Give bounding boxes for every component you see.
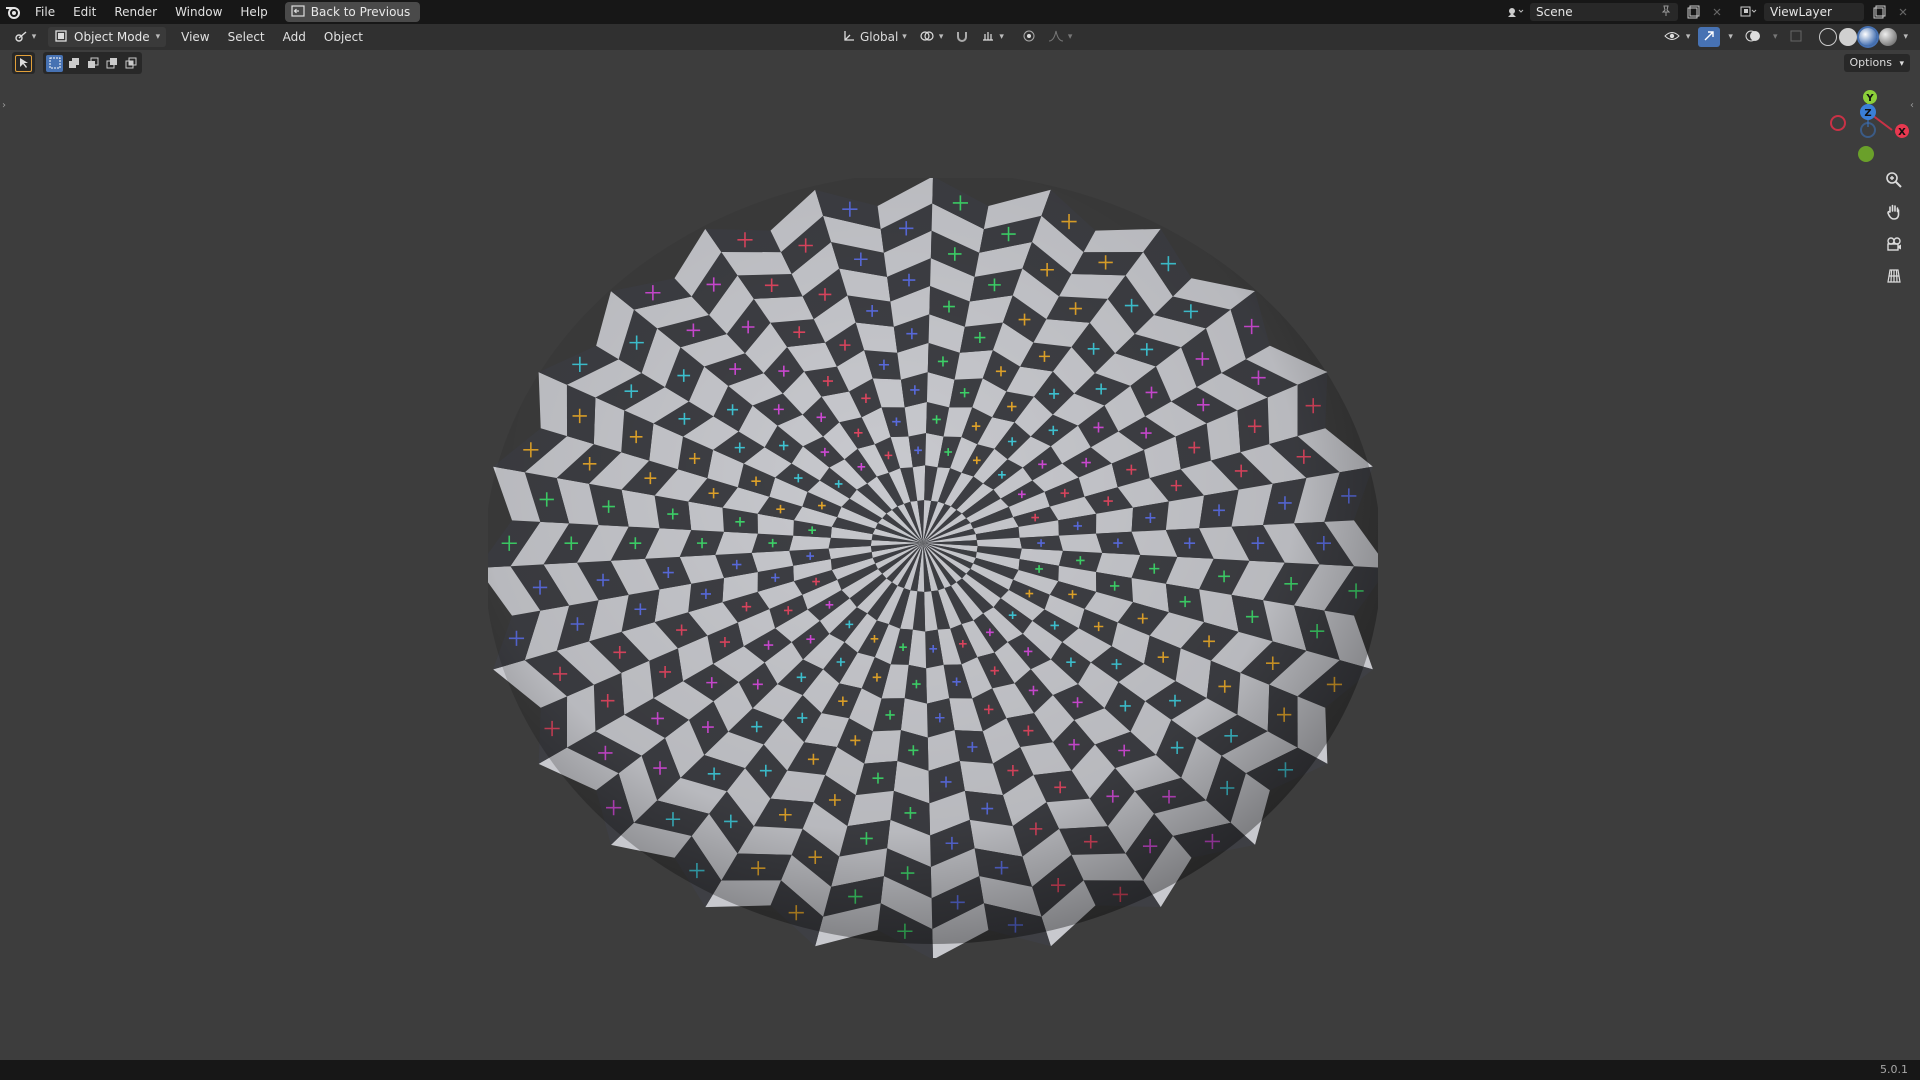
xray-icon bbox=[1789, 29, 1803, 46]
top-bar: File Edit Render Window Help Back to Pre… bbox=[0, 0, 1920, 24]
menu-file[interactable]: File bbox=[26, 0, 64, 24]
mode-label: Object Mode bbox=[74, 30, 150, 44]
chevron-down-icon: ▾ bbox=[155, 32, 161, 42]
pin-icon[interactable] bbox=[1660, 5, 1672, 20]
mode-dropdown[interactable]: Object Mode ▾ bbox=[48, 27, 167, 47]
uv-checker-sphere[interactable] bbox=[477, 172, 1389, 960]
proportional-editing-toggle[interactable] bbox=[1018, 27, 1040, 47]
object-visibility-dropdown[interactable]: ▾ bbox=[1660, 27, 1695, 47]
transform-orientation-dropdown[interactable]: Global ▾ bbox=[838, 27, 911, 47]
orientation-icon bbox=[842, 29, 856, 46]
back-to-previous-button[interactable]: Back to Previous bbox=[284, 2, 421, 22]
select-intersect-icon[interactable] bbox=[122, 55, 139, 72]
chevron-down-icon: ▾ bbox=[999, 32, 1004, 42]
falloff-curve-icon bbox=[1048, 29, 1064, 46]
viewport-header: ▾ Object Mode ▾ View Select Add Object G… bbox=[0, 24, 1920, 50]
view-layer-icon[interactable] bbox=[1740, 3, 1758, 21]
overlays-icon bbox=[1745, 29, 1761, 46]
snap-increment-icon bbox=[981, 29, 995, 46]
header-menu-view[interactable]: View bbox=[172, 24, 218, 50]
select-difference-icon[interactable] bbox=[103, 55, 120, 72]
chevron-down-icon: ▾ bbox=[1067, 32, 1073, 42]
chevron-down-icon: ▾ bbox=[31, 32, 37, 42]
proportional-editing-icon bbox=[1022, 29, 1036, 46]
viewport-editor-icon bbox=[14, 29, 30, 46]
gizmo-toggle[interactable] bbox=[1698, 27, 1721, 47]
scene-type-icon[interactable] bbox=[1506, 3, 1524, 21]
wireframe-shading-icon[interactable] bbox=[1819, 28, 1838, 46]
delete-view-layer-icon[interactable] bbox=[1894, 3, 1912, 21]
delete-scene-icon[interactable] bbox=[1708, 3, 1726, 21]
rendered-shading-icon[interactable] bbox=[1879, 28, 1898, 46]
menu-window[interactable]: Window bbox=[166, 0, 231, 24]
orthographic-grid-icon[interactable] bbox=[1880, 264, 1908, 288]
selection-mode-group bbox=[43, 52, 142, 74]
header-menu-object[interactable]: Object bbox=[315, 24, 372, 50]
hand-pan-icon[interactable] bbox=[1880, 200, 1908, 224]
toolbar-expand-icon[interactable]: › bbox=[2, 100, 10, 114]
scene-selector[interactable]: Scene bbox=[1530, 3, 1678, 21]
cursor-select-icon[interactable] bbox=[15, 54, 32, 72]
pivot-point-dropdown[interactable]: ▾ bbox=[915, 27, 948, 47]
object-mode-icon bbox=[54, 29, 68, 46]
chevron-down-icon: ▾ bbox=[902, 32, 907, 42]
gizmo-dropdown[interactable]: ▾ bbox=[1724, 27, 1737, 47]
back-icon bbox=[291, 4, 305, 20]
gizmo-z-label: Z bbox=[1864, 108, 1871, 119]
view-layer-selector[interactable]: ViewLayer bbox=[1764, 3, 1864, 21]
menu-render[interactable]: Render bbox=[105, 0, 166, 24]
select-new-icon[interactable] bbox=[46, 54, 63, 72]
chevron-down-icon[interactable]: ▾ bbox=[1903, 32, 1908, 42]
menu-edit[interactable]: Edit bbox=[64, 0, 105, 24]
blender-logo-icon[interactable] bbox=[0, 0, 26, 24]
header-menu-add[interactable]: Add bbox=[274, 24, 315, 50]
gizmo-icon bbox=[1702, 29, 1716, 46]
chevron-down-icon: ▾ bbox=[1899, 59, 1904, 69]
new-view-layer-icon[interactable] bbox=[1870, 3, 1888, 21]
sphere-shading bbox=[484, 172, 1382, 944]
back-to-previous-label: Back to Previous bbox=[310, 5, 411, 19]
pivot-icon bbox=[919, 29, 935, 46]
3d-viewport[interactable] bbox=[0, 50, 1920, 1060]
magnet-icon bbox=[955, 29, 969, 46]
camera-view-icon[interactable] bbox=[1880, 232, 1908, 256]
falloff-dropdown[interactable]: ▾ bbox=[1044, 27, 1077, 47]
material-preview-shading-icon[interactable] bbox=[1859, 28, 1878, 46]
select-subtract-icon[interactable] bbox=[84, 55, 101, 72]
navigation-gizmo[interactable]: Z Y X bbox=[1822, 90, 1912, 166]
status-bar: 5.0.1 bbox=[0, 1060, 1920, 1080]
overlays-toggle[interactable] bbox=[1741, 27, 1765, 47]
select-extend-icon[interactable] bbox=[65, 55, 82, 72]
chevron-down-icon: ▾ bbox=[1772, 32, 1778, 42]
chevron-down-icon: ▾ bbox=[1728, 32, 1733, 42]
solid-shading-icon[interactable] bbox=[1839, 28, 1858, 46]
version-label: 5.0.1 bbox=[1880, 1063, 1908, 1076]
overlays-dropdown[interactable]: ▾ bbox=[1769, 27, 1782, 47]
view-layer-name: ViewLayer bbox=[1770, 5, 1832, 19]
options-label: Options bbox=[1849, 56, 1892, 69]
active-tool-select[interactable] bbox=[12, 52, 35, 74]
chevron-down-icon: ▾ bbox=[938, 32, 944, 42]
snap-toggle[interactable] bbox=[951, 27, 973, 47]
zoom-icon[interactable] bbox=[1880, 168, 1908, 192]
orientation-label: Global bbox=[860, 30, 899, 44]
chevron-down-icon: ▾ bbox=[1685, 32, 1691, 42]
scene-name: Scene bbox=[1536, 5, 1573, 19]
gizmo-x-label: X bbox=[1898, 127, 1906, 138]
menu-help[interactable]: Help bbox=[231, 0, 276, 24]
options-dropdown[interactable]: Options ▾ bbox=[1843, 54, 1910, 72]
editor-type-button[interactable]: ▾ bbox=[10, 27, 40, 47]
new-scene-icon[interactable] bbox=[1684, 3, 1702, 21]
eye-selectable-icon bbox=[1664, 29, 1682, 46]
xray-toggle[interactable] bbox=[1785, 27, 1807, 47]
snap-target-dropdown[interactable]: ▾ bbox=[977, 27, 1008, 47]
header-menu-select[interactable]: Select bbox=[219, 24, 274, 50]
gizmo-y-label: Y bbox=[1865, 93, 1874, 104]
